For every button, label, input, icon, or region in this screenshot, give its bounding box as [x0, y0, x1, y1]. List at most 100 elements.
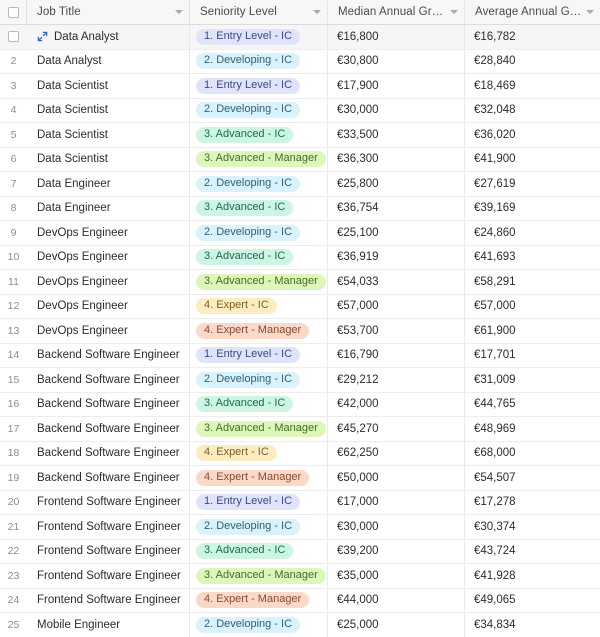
cell-average-annual-gross[interactable]: €24,860	[465, 221, 600, 245]
cell-median-annual-gross[interactable]: €36,754	[328, 197, 465, 221]
cell-average-annual-gross[interactable]: €48,969	[465, 417, 600, 441]
cell-median-annual-gross[interactable]: €16,790	[328, 344, 465, 368]
cell-seniority-level[interactable]: 4. Expert - Manager	[190, 466, 328, 490]
cell-seniority-level[interactable]: 3. Advanced - IC	[190, 197, 328, 221]
cell-median-annual-gross[interactable]: €25,000	[328, 613, 465, 637]
table-row[interactable]: 12DevOps Engineer4. Expert - IC€57,000€5…	[0, 295, 600, 320]
cell-average-annual-gross[interactable]: €39,169	[465, 197, 600, 221]
cell-seniority-level[interactable]: 3. Advanced - Manager	[190, 417, 328, 441]
cell-average-annual-gross[interactable]: €61,900	[465, 319, 600, 343]
table-row[interactable]: 13DevOps Engineer4. Expert - Manager€53,…	[0, 319, 600, 344]
cell-average-annual-gross[interactable]: €30,374	[465, 515, 600, 539]
cell-seniority-level[interactable]: 4. Expert - IC	[190, 442, 328, 466]
cell-average-annual-gross[interactable]: €34,834	[465, 613, 600, 637]
cell-seniority-level[interactable]: 3. Advanced - IC	[190, 246, 328, 270]
row-number-cell[interactable]: 12	[0, 295, 27, 319]
table-row[interactable]: 23Frontend Software Engineer3. Advanced …	[0, 564, 600, 589]
cell-average-annual-gross[interactable]: €31,009	[465, 368, 600, 392]
cell-median-annual-gross[interactable]: €36,919	[328, 246, 465, 270]
row-number-cell[interactable]: 7	[0, 172, 27, 196]
cell-job-title[interactable]: Backend Software Engineer	[27, 393, 190, 417]
column-header-median-annual-gross[interactable]: Median Annual Gross	[328, 0, 465, 24]
row-number-cell[interactable]: 5	[0, 123, 27, 147]
cell-job-title[interactable]: Frontend Software Engineer	[27, 491, 190, 515]
chevron-down-icon[interactable]	[175, 10, 183, 14]
table-row[interactable]: Data Analyst1. Entry Level - IC€16,800€1…	[0, 25, 600, 50]
cell-job-title[interactable]: Data Engineer	[27, 172, 190, 196]
cell-job-title[interactable]: DevOps Engineer	[27, 270, 190, 294]
cell-seniority-level[interactable]: 2. Developing - IC	[190, 99, 328, 123]
table-row[interactable]: 24Frontend Software Engineer4. Expert - …	[0, 589, 600, 614]
table-row[interactable]: 3Data Scientist1. Entry Level - IC€17,90…	[0, 74, 600, 99]
select-all-checkbox[interactable]	[8, 7, 19, 18]
cell-median-annual-gross[interactable]: €33,500	[328, 123, 465, 147]
cell-seniority-level[interactable]: 2. Developing - IC	[190, 50, 328, 74]
table-row[interactable]: 18Backend Software Engineer4. Expert - I…	[0, 442, 600, 467]
cell-median-annual-gross[interactable]: €25,100	[328, 221, 465, 245]
cell-median-annual-gross[interactable]: €17,900	[328, 74, 465, 98]
select-all-header-cell[interactable]	[0, 0, 27, 24]
cell-median-annual-gross[interactable]: €57,000	[328, 295, 465, 319]
column-header-job-title[interactable]: Job Title	[27, 0, 190, 24]
cell-job-title[interactable]: DevOps Engineer	[27, 246, 190, 270]
cell-job-title[interactable]: Frontend Software Engineer	[27, 589, 190, 613]
chevron-down-icon[interactable]	[586, 10, 594, 14]
cell-average-annual-gross[interactable]: €68,000	[465, 442, 600, 466]
cell-job-title[interactable]: Frontend Software Engineer	[27, 540, 190, 564]
row-number-cell[interactable]: 10	[0, 246, 27, 270]
cell-average-annual-gross[interactable]: €41,693	[465, 246, 600, 270]
row-number-cell[interactable]: 15	[0, 368, 27, 392]
table-row[interactable]: 14Backend Software Engineer1. Entry Leve…	[0, 344, 600, 369]
cell-job-title[interactable]: Data Scientist	[27, 99, 190, 123]
cell-average-annual-gross[interactable]: €17,701	[465, 344, 600, 368]
cell-median-annual-gross[interactable]: €30,800	[328, 50, 465, 74]
row-checkbox[interactable]	[8, 31, 19, 42]
table-row[interactable]: 8Data Engineer3. Advanced - IC€36,754€39…	[0, 197, 600, 222]
cell-seniority-level[interactable]: 3. Advanced - IC	[190, 393, 328, 417]
table-row[interactable]: 21Frontend Software Engineer2. Developin…	[0, 515, 600, 540]
cell-job-title[interactable]: Data Scientist	[27, 148, 190, 172]
cell-median-annual-gross[interactable]: €53,700	[328, 319, 465, 343]
row-number-cell[interactable]: 24	[0, 589, 27, 613]
column-header-average-annual-gross[interactable]: Average Annual Gross	[465, 0, 600, 24]
chevron-down-icon[interactable]	[313, 10, 321, 14]
cell-seniority-level[interactable]: 1. Entry Level - IC	[190, 74, 328, 98]
cell-average-annual-gross[interactable]: €16,782	[465, 25, 600, 49]
row-number-cell[interactable]: 19	[0, 466, 27, 490]
cell-seniority-level[interactable]: 3. Advanced - Manager	[190, 270, 328, 294]
cell-seniority-level[interactable]: 1. Entry Level - IC	[190, 344, 328, 368]
cell-median-annual-gross[interactable]: €16,800	[328, 25, 465, 49]
cell-median-annual-gross[interactable]: €35,000	[328, 564, 465, 588]
table-row[interactable]: 9DevOps Engineer2. Developing - IC€25,10…	[0, 221, 600, 246]
cell-seniority-level[interactable]: 2. Developing - IC	[190, 368, 328, 392]
cell-seniority-level[interactable]: 1. Entry Level - IC	[190, 491, 328, 515]
cell-average-annual-gross[interactable]: €41,900	[465, 148, 600, 172]
cell-seniority-level[interactable]: 2. Developing - IC	[190, 613, 328, 637]
cell-average-annual-gross[interactable]: €54,507	[465, 466, 600, 490]
cell-average-annual-gross[interactable]: €58,291	[465, 270, 600, 294]
cell-seniority-level[interactable]: 3. Advanced - Manager	[190, 564, 328, 588]
table-row[interactable]: 16Backend Software Engineer3. Advanced -…	[0, 393, 600, 418]
table-row[interactable]: 11DevOps Engineer3. Advanced - Manager€5…	[0, 270, 600, 295]
table-row[interactable]: 5Data Scientist3. Advanced - IC€33,500€3…	[0, 123, 600, 148]
table-row[interactable]: 10DevOps Engineer3. Advanced - IC€36,919…	[0, 246, 600, 271]
cell-seniority-level[interactable]: 3. Advanced - Manager	[190, 148, 328, 172]
row-number-cell[interactable]: 16	[0, 393, 27, 417]
row-number-cell[interactable]: 13	[0, 319, 27, 343]
cell-median-annual-gross[interactable]: €30,000	[328, 515, 465, 539]
cell-average-annual-gross[interactable]: €43,724	[465, 540, 600, 564]
row-number-cell[interactable]: 20	[0, 491, 27, 515]
cell-median-annual-gross[interactable]: €44,000	[328, 589, 465, 613]
cell-median-annual-gross[interactable]: €45,270	[328, 417, 465, 441]
row-number-cell[interactable]: 3	[0, 74, 27, 98]
cell-seniority-level[interactable]: 4. Expert - Manager	[190, 589, 328, 613]
table-row[interactable]: 20Frontend Software Engineer1. Entry Lev…	[0, 491, 600, 516]
cell-median-annual-gross[interactable]: €42,000	[328, 393, 465, 417]
cell-average-annual-gross[interactable]: €44,765	[465, 393, 600, 417]
cell-seniority-level[interactable]: 2. Developing - IC	[190, 172, 328, 196]
cell-seniority-level[interactable]: 3. Advanced - IC	[190, 540, 328, 564]
cell-job-title[interactable]: Frontend Software Engineer	[27, 564, 190, 588]
cell-median-annual-gross[interactable]: €30,000	[328, 99, 465, 123]
cell-job-title[interactable]: DevOps Engineer	[27, 319, 190, 343]
table-row[interactable]: 4Data Scientist2. Developing - IC€30,000…	[0, 99, 600, 124]
